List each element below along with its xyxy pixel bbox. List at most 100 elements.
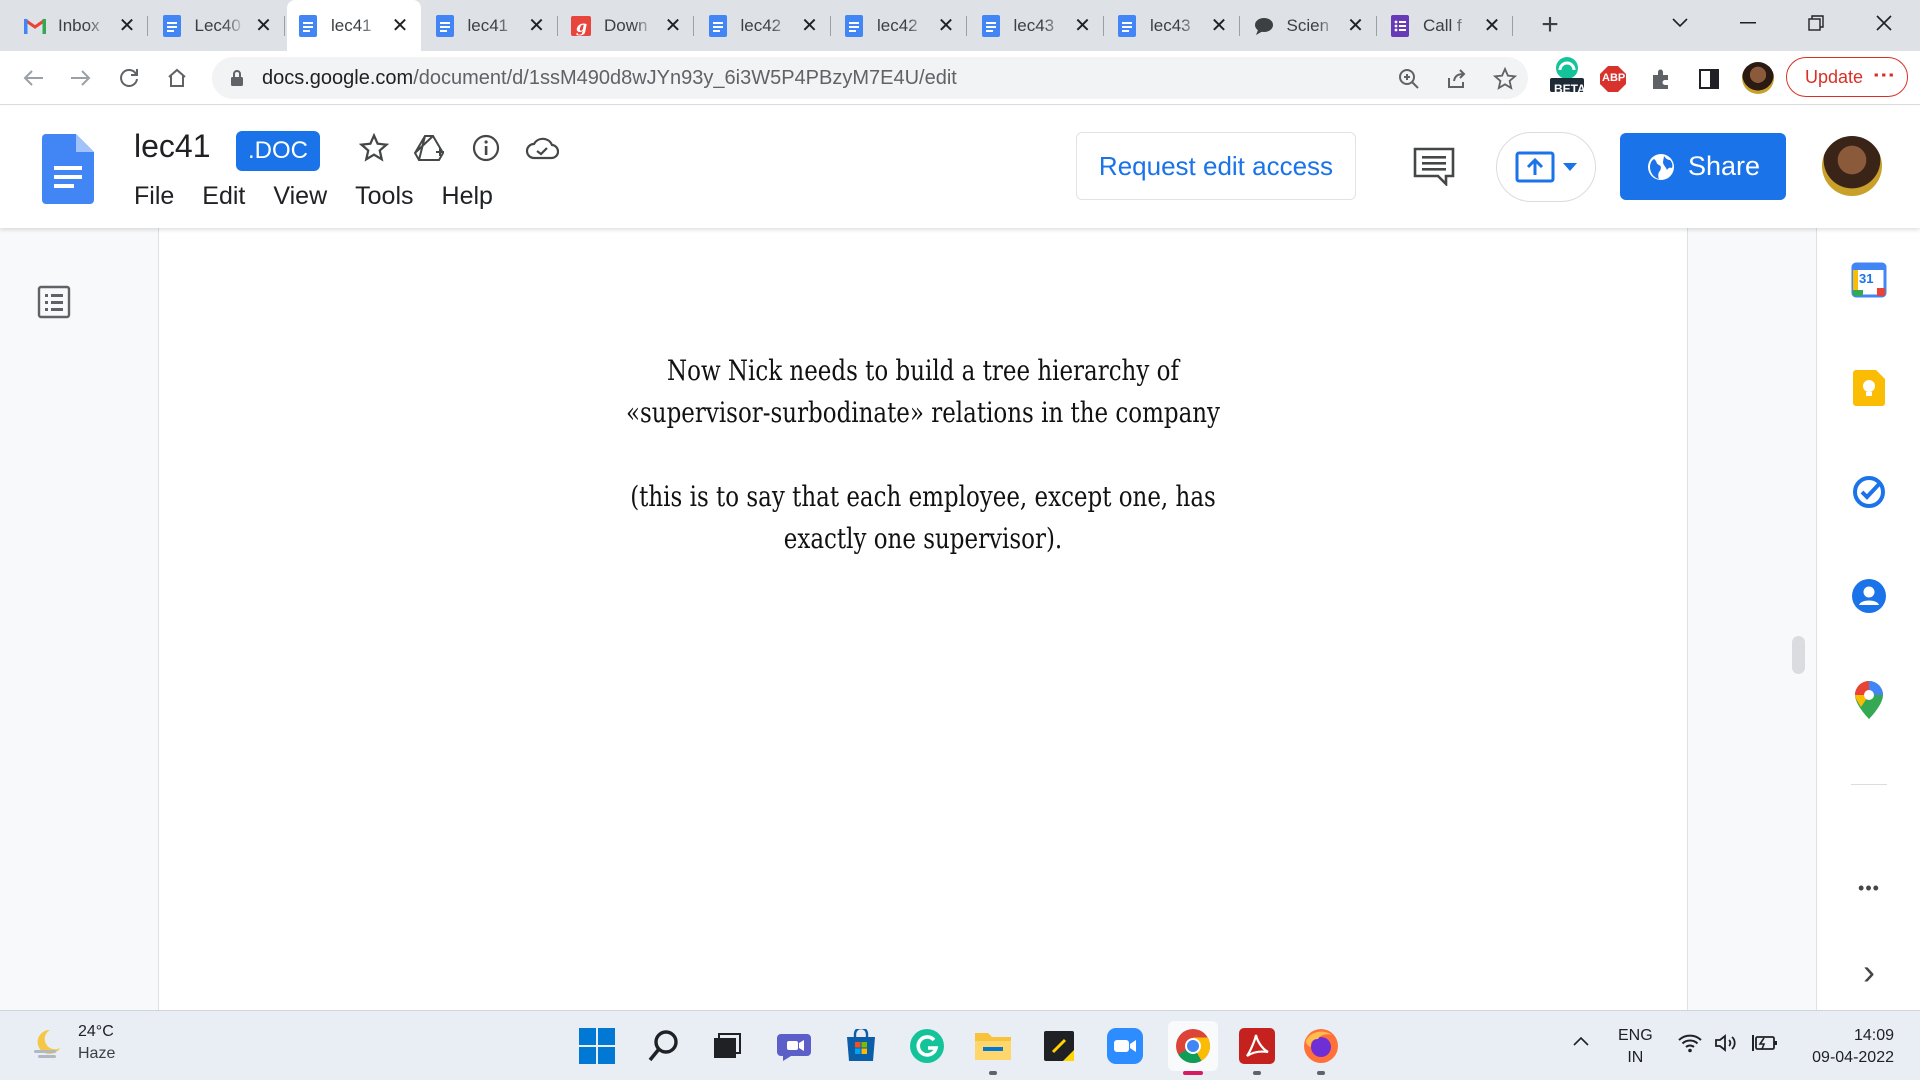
adblock-plus-icon[interactable]: ABP [1598,64,1628,94]
move-to-drive-icon[interactable] [412,130,448,166]
battery-charging-icon[interactable] [1752,1033,1780,1058]
browser-tab-call-f[interactable]: Call f ✕ [1379,6,1513,45]
sticky-notes-icon[interactable] [1038,1025,1080,1067]
search-icon[interactable] [642,1025,684,1067]
volume-icon[interactable] [1714,1033,1740,1058]
file-explorer-icon[interactable] [972,1025,1014,1075]
address-bar[interactable]: docs.google.com/document/d/1ssM490d8wJYn… [212,57,1528,99]
close-tab-icon[interactable]: ✕ [526,13,548,38]
menu-file[interactable]: File [134,182,174,211]
close-window-icon[interactable] [1864,8,1904,38]
browser-tab-lec43[interactable]: lec43 ✕ [970,6,1104,45]
close-tab-icon[interactable]: ✕ [116,13,138,38]
windows-start-icon[interactable] [576,1025,618,1067]
browser-tab-lec41[interactable]: lec41 ✕ [287,0,421,51]
menu-tools[interactable]: Tools [355,182,413,211]
request-edit-access-button[interactable]: Request edit access [1076,132,1356,200]
paragraph: (this is to say that each employee, exce… [297,476,1550,560]
acrobat-reader-icon[interactable] [1236,1025,1278,1075]
google-keep-icon[interactable] [1849,368,1889,408]
tab-search-chevron-icon[interactable] [1660,8,1700,38]
share-page-icon[interactable] [1442,64,1472,94]
browser-tab-lec43[interactable]: lec43 ✕ [1106,6,1240,45]
google-tasks-icon[interactable] [1849,472,1889,512]
browser-tab-inbox[interactable]: Inbox ✕ [14,6,148,45]
microsoft-store-icon[interactable] [840,1025,882,1067]
chat-bubble-icon [1253,15,1275,37]
vertical-scrollbar-thumb[interactable] [1792,636,1805,674]
browser-tab-lec42[interactable]: lec42 ✕ [833,6,967,45]
teams-chat-icon[interactable] [774,1025,816,1067]
docs-icon [1116,14,1138,37]
weather-widget[interactable]: 24°C Haze [30,1023,115,1063]
google-contacts-icon[interactable] [1849,576,1889,616]
close-tab-icon[interactable]: ✕ [662,13,684,38]
close-tab-icon[interactable]: ✕ [1481,13,1503,38]
browser-tab-lec42[interactable]: lec42 ✕ [697,6,831,45]
browser-tab-down[interactable]: g Down ✕ [560,6,694,45]
close-tab-icon[interactable]: ✕ [253,13,275,38]
side-panel-icon[interactable] [1694,64,1724,94]
windows-taskbar: 24°C Haze ENG IN 14:09 09-04-2022 [0,1010,1920,1080]
url-text[interactable]: docs.google.com/document/d/1ssM490d8wJYn… [262,67,957,90]
grammarly-beta-extension-icon[interactable]: BETA [1548,57,1586,96]
text-line: Now Nick needs to build a tree hierarchy… [667,354,1179,387]
language-code: ENG [1618,1027,1653,1044]
browser-tab-scien[interactable]: Scien ✕ [1243,6,1377,45]
close-tab-icon[interactable]: ✕ [1208,13,1230,38]
profile-avatar[interactable] [1742,62,1774,94]
document-title[interactable]: lec41 [134,128,211,165]
task-view-icon[interactable] [706,1025,748,1067]
clock-date: 09-04-2022 [1812,1049,1894,1066]
zoom-icon[interactable] [1394,64,1424,94]
firefox-icon[interactable] [1300,1025,1342,1075]
close-tab-icon[interactable]: ✕ [389,13,411,38]
info-icon[interactable] [468,130,504,166]
minimize-icon[interactable] [1728,8,1768,38]
system-clock[interactable]: 14:09 09-04-2022 [1796,1025,1894,1069]
restore-icon[interactable] [1796,8,1836,38]
document-page[interactable]: Now Nick needs to build a tree hierarchy… [158,228,1688,1010]
menu-bar: File Edit View Tools Help [134,182,521,211]
browser-tab-lec40[interactable]: Lec40 ✕ [151,6,285,45]
forward-arrow-icon[interactable] [64,61,98,95]
grammarly-icon[interactable] [906,1025,948,1067]
star-icon[interactable] [356,130,392,166]
bookmark-star-icon[interactable] [1490,64,1520,94]
lock-icon[interactable] [230,69,244,87]
menu-edit[interactable]: Edit [202,182,245,211]
extensions-puzzle-icon[interactable] [1646,64,1676,94]
share-button[interactable]: Share [1620,133,1786,200]
expand-panel-icon[interactable]: › [1849,951,1889,992]
google-calendar-icon[interactable]: 31 [1849,260,1889,300]
close-tab-icon[interactable]: ✕ [799,13,821,38]
account-avatar[interactable] [1822,136,1882,196]
docs-header: lec41 .DOC File Edit View Tools Help Request… [0,106,1920,228]
wifi-icon[interactable] [1678,1033,1702,1058]
cloud-saved-icon[interactable] [524,130,560,166]
region-code: IN [1627,1049,1644,1066]
more-addons-icon[interactable]: ••• [1849,868,1889,908]
show-hidden-icons-chevron-icon[interactable] [1572,1033,1590,1051]
back-arrow-icon[interactable] [16,61,50,95]
comment-history-icon[interactable] [1412,146,1456,186]
close-tab-icon[interactable]: ✕ [935,13,957,38]
update-button[interactable]: Update ⋮ [1786,57,1908,97]
reload-icon[interactable] [112,61,146,95]
google-maps-icon[interactable] [1849,680,1889,720]
menu-help[interactable]: Help [442,182,493,211]
menu-view[interactable]: View [273,182,327,211]
tab-title: Call f [1423,15,1462,35]
close-tab-icon[interactable]: ✕ [1345,13,1367,38]
weather-temperature: 24°C [78,1023,114,1040]
document-outline-icon[interactable] [36,284,72,320]
browser-tab-lec41[interactable]: lec41 ✕ [424,6,558,45]
zoom-app-icon[interactable] [1104,1025,1146,1067]
home-icon[interactable] [160,61,194,95]
close-tab-icon[interactable]: ✕ [1072,13,1094,38]
google-docs-logo-icon[interactable] [42,134,94,204]
present-button[interactable] [1496,132,1596,202]
new-tab-button[interactable]: + [1535,8,1565,42]
chrome-icon[interactable] [1168,1021,1218,1075]
input-language-indicator[interactable]: ENG IN [1618,1025,1653,1069]
